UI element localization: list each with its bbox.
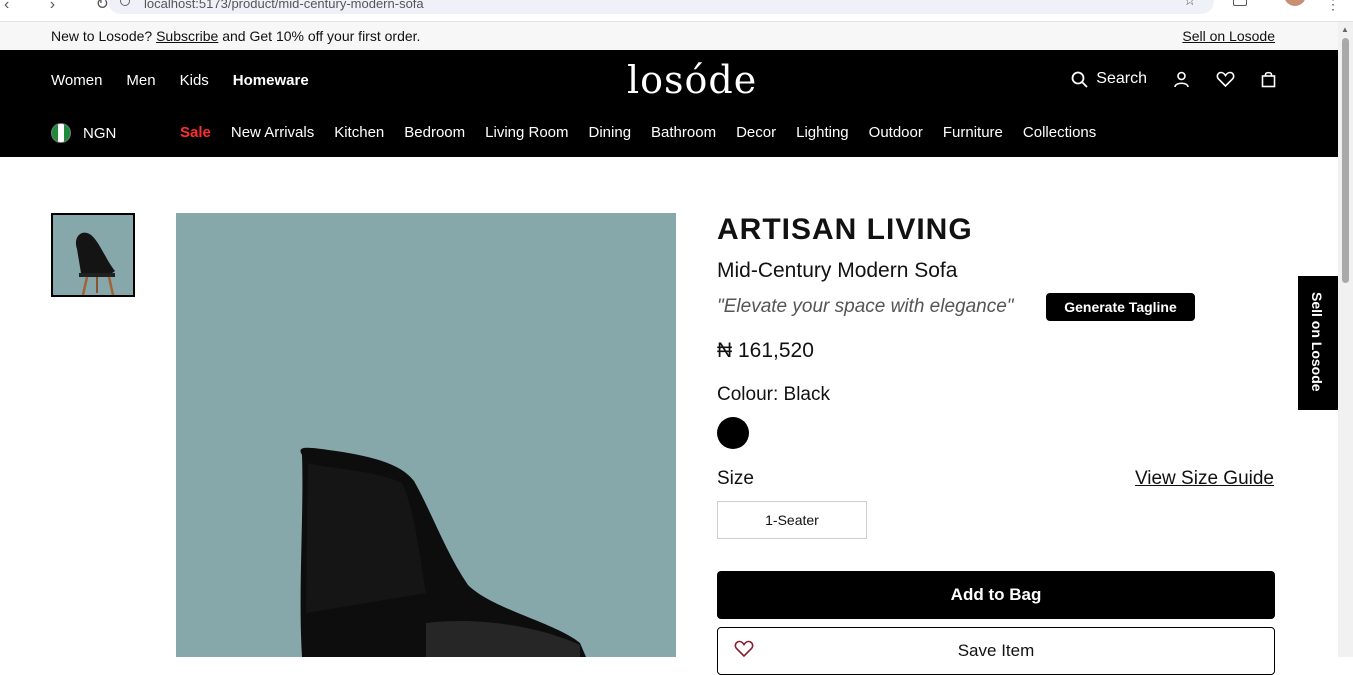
site-logo[interactable]: losóde [627,58,757,102]
save-item-label: Save Item [957,641,1035,660]
size-label: Size [717,468,754,489]
subnav-bathroom[interactable]: Bathroom [651,124,716,141]
main-nav: Women Men Kids Homeware [51,72,309,89]
header-actions: Search [1071,70,1276,88]
category-nav: Sale New Arrivals Kitchen Bedroom Living… [180,124,1096,141]
product-brand[interactable]: ARTISAN LIVING [717,213,973,247]
nav-men[interactable]: Men [126,72,155,89]
product-name: Mid-Century Modern Sofa [717,259,958,282]
subnav-outdoor[interactable]: Outdoor [869,124,923,141]
nigeria-flag-icon [51,123,71,143]
search-label: Search [1096,70,1147,87]
account-icon[interactable] [1173,71,1190,88]
size-guide-link[interactable]: View Size Guide [1135,468,1274,490]
page-scrollbar[interactable]: ▲ [1338,22,1353,657]
colour-swatch-black[interactable] [717,417,749,449]
subnav-new-arrivals[interactable]: New Arrivals [231,124,314,141]
save-item-button[interactable]: Save Item [717,627,1275,675]
subnav-bedroom[interactable]: Bedroom [404,124,465,141]
chair-thumbnail-image [75,232,115,295]
promo-message: New to Losode? Subscribe and Get 10% off… [51,28,420,44]
subnav-dining[interactable]: Dining [589,124,632,141]
profile-avatar[interactable] [1284,0,1306,6]
subscribe-link[interactable]: Subscribe [156,28,218,44]
chair-main-image [300,447,586,657]
subnav-lighting[interactable]: Lighting [796,124,849,141]
nav-homeware[interactable]: Homeware [233,72,309,89]
subnav-living-room[interactable]: Living Room [485,124,568,141]
promo-prefix: New to Losode? [51,28,153,44]
address-bar[interactable]: localhost:5173/product/mid-century-moder… [108,0,1214,14]
subnav-kitchen[interactable]: Kitchen [334,124,384,141]
scrollbar-thumb[interactable] [1342,38,1349,283]
generate-tagline-button[interactable]: Generate Tagline [1046,293,1195,321]
scroll-up-icon[interactable]: ▲ [1341,25,1349,34]
nav-women[interactable]: Women [51,72,102,89]
extensions-icon[interactable] [1233,0,1247,6]
side-tab-label: Sell on Losode [1309,292,1325,392]
url-text[interactable]: localhost:5173/product/mid-century-moder… [144,0,424,11]
browser-chrome: ‹ › ↻ localhost:5173/product/mid-century… [0,0,1353,22]
product-price: ₦ 161,520 [717,339,814,362]
bookmark-star-icon[interactable]: ☆ [1183,0,1196,9]
product-main-image[interactable] [176,213,676,657]
subnav-collections[interactable]: Collections [1023,124,1096,141]
shopping-bag-icon[interactable] [1261,71,1276,88]
search-button[interactable]: Search [1071,70,1147,88]
size-option-1-seater[interactable]: 1-Seater [717,501,867,539]
sell-on-losode-side-tab[interactable]: Sell on Losode [1298,276,1338,410]
sell-on-losode-link[interactable]: Sell on Losode [1182,28,1275,44]
save-heart-icon [734,640,754,658]
subnav-furniture[interactable]: Furniture [943,124,1003,141]
colour-label: Colour: Black [717,384,830,405]
subnav-decor[interactable]: Decor [736,124,776,141]
currency-selector[interactable]: NGN [51,123,116,143]
site-info-icon[interactable] [120,0,130,6]
nav-kids[interactable]: Kids [180,72,209,89]
subnav-sale[interactable]: Sale [180,124,211,141]
wishlist-heart-icon[interactable] [1216,71,1235,88]
add-to-bag-button[interactable]: Add to Bag [717,571,1275,619]
search-icon [1071,71,1088,88]
promo-bar: New to Losode? Subscribe and Get 10% off… [0,22,1338,50]
currency-label: NGN [83,124,117,142]
browser-menu-icon[interactable]: ⋮ [1326,0,1340,13]
product-tagline: "Elevate your space with elegance" [717,296,1014,317]
product-thumbnail[interactable] [51,213,135,297]
site-header: Women Men Kids Homeware losóde Search NG… [0,50,1338,157]
promo-suffix: and Get 10% off your first order. [222,28,421,44]
